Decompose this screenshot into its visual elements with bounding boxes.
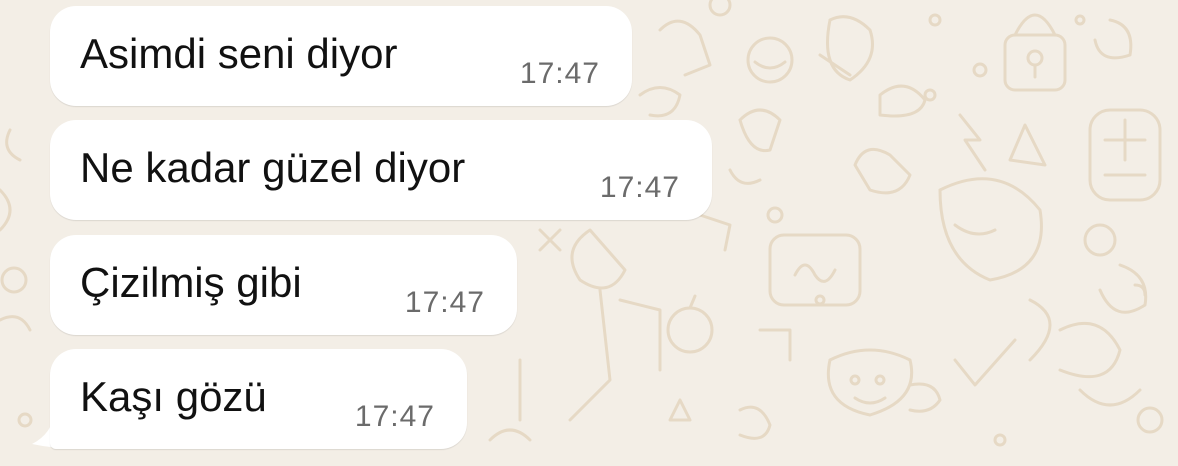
message-timestamp: 17:47 (519, 57, 600, 90)
message-timestamp: 17:47 (599, 171, 680, 204)
message-bubble[interactable]: Ne kadar güzel diyor 17:47 (50, 120, 712, 220)
message-text: Çizilmiş gibi (80, 259, 302, 306)
message-bubble[interactable]: Kaşı gözü 17:47 (50, 349, 467, 449)
message-bubble[interactable]: Asimdi seni diyor 17:47 (50, 6, 632, 106)
message-text: Ne kadar güzel diyor (80, 144, 466, 191)
message-timestamp: 17:47 (404, 286, 485, 319)
chat-message-list: Asimdi seni diyor 17:47 Ne kadar güzel d… (0, 0, 1178, 466)
message-bubble[interactable]: Çizilmiş gibi 17:47 (50, 235, 517, 335)
message-text: Kaşı gözü (80, 373, 267, 420)
message-timestamp: 17:47 (354, 400, 435, 433)
message-text: Asimdi seni diyor (80, 30, 398, 77)
